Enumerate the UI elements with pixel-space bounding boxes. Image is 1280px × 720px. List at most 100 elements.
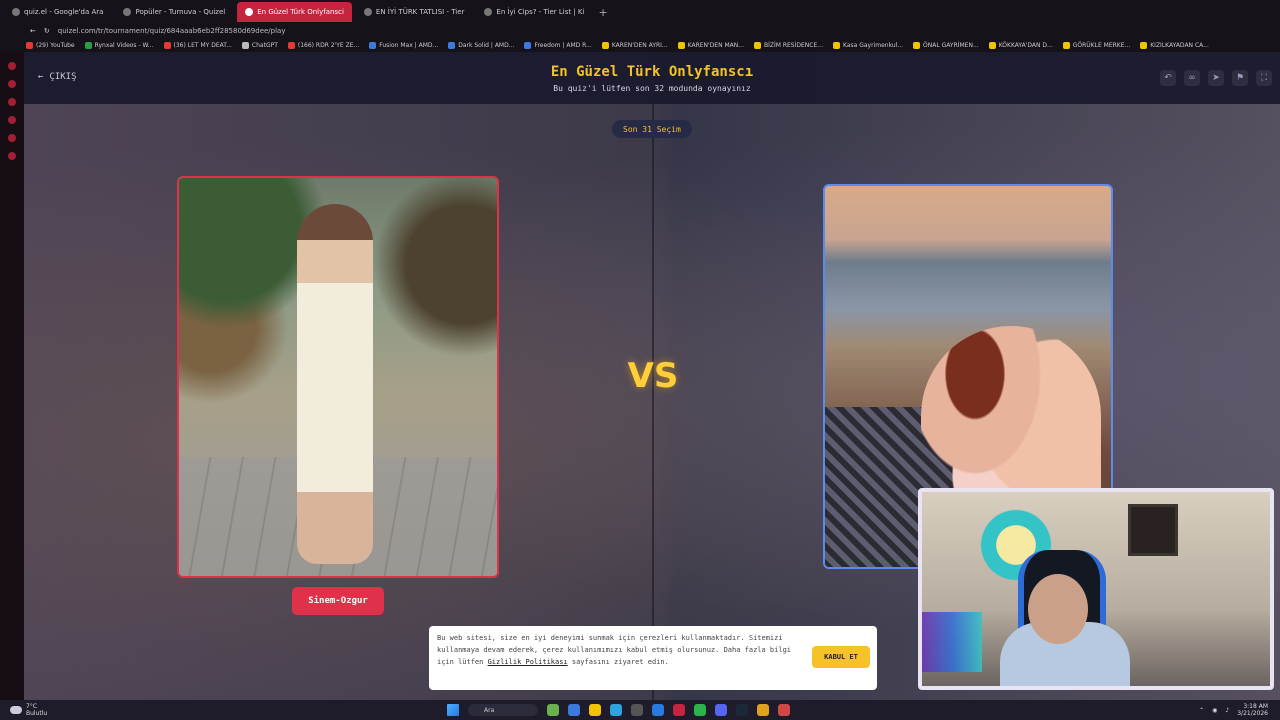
cookie-banner: Bu web sitesi, size en iyi deneyimi sunm… [429, 626, 877, 690]
reload-icon[interactable]: ↻ [44, 27, 50, 35]
choice-card-left[interactable] [177, 176, 499, 578]
browser-tab-active[interactable]: En Güzel Türk Onlyfansci [237, 2, 352, 22]
sidebar-app-icon[interactable] [8, 134, 16, 142]
bookmark-icon [26, 41, 33, 49]
app-icon[interactable] [568, 704, 580, 716]
favicon-icon [245, 8, 254, 16]
system-tray: ⌃ ◉ ♪ 3:18 AM 3/21/2026 [1199, 703, 1268, 717]
bookmark-icon [84, 41, 92, 49]
discord-icon[interactable] [715, 704, 727, 716]
bookmark-icon [1062, 41, 1070, 49]
app-icon[interactable] [631, 704, 643, 716]
bookmark-icon [448, 41, 456, 49]
sidebar-app-icon[interactable] [8, 98, 16, 106]
app-icon[interactable] [778, 704, 790, 716]
sidebar-app-icon[interactable] [8, 116, 16, 124]
vs-icon: VS [627, 356, 679, 396]
bookmark-icon [677, 41, 685, 49]
bookmark-icon [163, 41, 171, 49]
bookmark-item[interactable]: ChatGPT [241, 41, 278, 49]
bookmark-item[interactable]: Fusion Max | AMD... [369, 41, 438, 49]
quiz-title: En Güzel Türk Onlyfanscı [550, 64, 754, 80]
folder-icon[interactable] [589, 704, 601, 716]
bookmark-icon [524, 41, 532, 49]
choice-name-left[interactable]: Sinem-Ozgur [292, 587, 384, 615]
favicon-icon [12, 8, 20, 16]
url-text[interactable]: quizel.com/tr/tournament/quiz/684aaab6eb… [58, 27, 286, 35]
browser-tab[interactable]: EN İYİ TÜRK TATLISI - Tier [356, 2, 472, 22]
browser-sidebar [0, 52, 24, 700]
photo-subject [297, 204, 373, 564]
taskbar: 7°C Bulutlu Ara ⌃ ◉ ♪ 3:18 AM 3/21/2026 [0, 700, 1280, 720]
address-bar[interactable]: ← ↻ quizel.com/tr/tournament/quiz/684aaa… [0, 24, 1280, 38]
link-icon[interactable]: ∞ [1184, 70, 1200, 86]
bookmark-item[interactable]: Kasa Gayrimenkul... [833, 41, 903, 49]
sidebar-app-icon[interactable] [8, 152, 16, 160]
favicon-icon [123, 8, 132, 16]
bookmark-item[interactable]: GÖRÜKLE MERKE... [1062, 41, 1130, 49]
whatsapp-icon[interactable] [694, 704, 706, 716]
bookmark-item[interactable]: (29) YouTube [26, 41, 75, 49]
new-tab-button[interactable]: + [598, 6, 607, 19]
favicon-icon [363, 8, 372, 16]
bookmark-item[interactable]: KIZILKAYADAN CA... [1140, 41, 1209, 49]
bookmark-icon [1140, 41, 1148, 49]
back-icon[interactable]: ← [30, 27, 36, 35]
browser-tab[interactable]: quiz.el - Google'da Ara [4, 2, 111, 22]
bookmark-icon [369, 41, 377, 49]
chevron-up-icon[interactable]: ⌃ [1199, 707, 1204, 714]
bookmark-icon [913, 41, 921, 49]
bookmark-item[interactable]: BİZİM RESİDENCE... [754, 41, 823, 49]
bookmark-item[interactable]: (36) LET MY DEAT... [163, 41, 232, 49]
steam-icon[interactable] [736, 704, 748, 716]
cloud-icon [10, 706, 22, 714]
favicon-icon [484, 8, 493, 16]
quiz-subtitle: Bu quiz'i lütfen son 32 modunda oynayını… [553, 84, 751, 93]
quiz-header: ← ÇIKIŞ En Güzel Türk Onlyfanscı Bu quiz… [24, 52, 1280, 104]
sidebar-app-icon[interactable] [8, 62, 16, 70]
send-icon[interactable]: ➤ [1208, 70, 1224, 86]
undo-icon[interactable]: ↶ [1160, 70, 1176, 86]
network-icon[interactable]: ◉ [1212, 707, 1217, 714]
toolbar: ↶ ∞ ➤ ⚑ ⛶ [1160, 70, 1272, 86]
browser-tab[interactable]: En İyi Cips? - Tier List | Ki [476, 2, 592, 22]
divider [652, 102, 654, 700]
mail-icon[interactable] [652, 704, 664, 716]
sidebar-app-icon[interactable] [8, 80, 16, 88]
edge-icon[interactable] [610, 704, 622, 716]
taskbar-apps: Ara [447, 704, 790, 716]
volume-icon[interactable]: ♪ [1225, 707, 1229, 714]
bookmark-icon [287, 41, 295, 49]
bookmark-item[interactable]: KÖKKAYA'DAN D... [988, 41, 1053, 49]
clock[interactable]: 3:18 AM 3/21/2026 [1237, 703, 1268, 717]
app-icon[interactable] [547, 704, 559, 716]
app-icon[interactable] [757, 704, 769, 716]
bookmark-item[interactable]: (166) RDR 2'YE ZE... [287, 41, 359, 49]
round-badge: Son 31 Seçim [612, 120, 692, 138]
bookmark-icon [754, 41, 761, 49]
fullscreen-icon[interactable]: ⛶ [1256, 70, 1272, 86]
wall-frame [1128, 504, 1178, 556]
browser-tab-strip: quiz.el - Google'da Ara Popüler - Turnuv… [0, 0, 1280, 24]
bookmark-item[interactable]: ÖNAL GAYRİMEN... [913, 41, 979, 49]
bookmark-item[interactable]: Rynxal Videos - W... [84, 41, 154, 49]
flag-icon[interactable]: ⚑ [1232, 70, 1248, 86]
bookmark-item[interactable]: Freedom | AMD R... [524, 41, 592, 49]
webcam-overlay [918, 488, 1274, 690]
weather-widget[interactable]: 7°C Bulutlu [10, 703, 47, 717]
bookmark-item[interactable]: KAREN'DEN AYRI... [601, 41, 668, 49]
privacy-policy-link[interactable]: Gizlilik Politikası [488, 658, 568, 666]
bookmark-icon [241, 41, 249, 49]
bookmark-item[interactable]: KAREN'DEN MAN... [677, 41, 744, 49]
bookmark-item[interactable]: Dark Solid | AMD... [448, 41, 514, 49]
bookmarks-bar: (29) YouTube Rynxal Videos - W... (36) LET… [0, 38, 1280, 52]
opera-icon[interactable] [673, 704, 685, 716]
accept-cookies-button[interactable]: KABUL ET [812, 646, 870, 668]
cookie-text: Bu web sitesi, size en iyi deneyimi sunm… [437, 634, 792, 666]
streamer-head [1028, 574, 1088, 644]
taskbar-search[interactable]: Ara [468, 704, 538, 716]
windows-start-icon[interactable] [447, 704, 459, 716]
bookmark-icon [601, 41, 609, 49]
bookmark-icon [833, 41, 840, 49]
browser-tab[interactable]: Popüler - Turnuva - Quizel [115, 2, 233, 22]
